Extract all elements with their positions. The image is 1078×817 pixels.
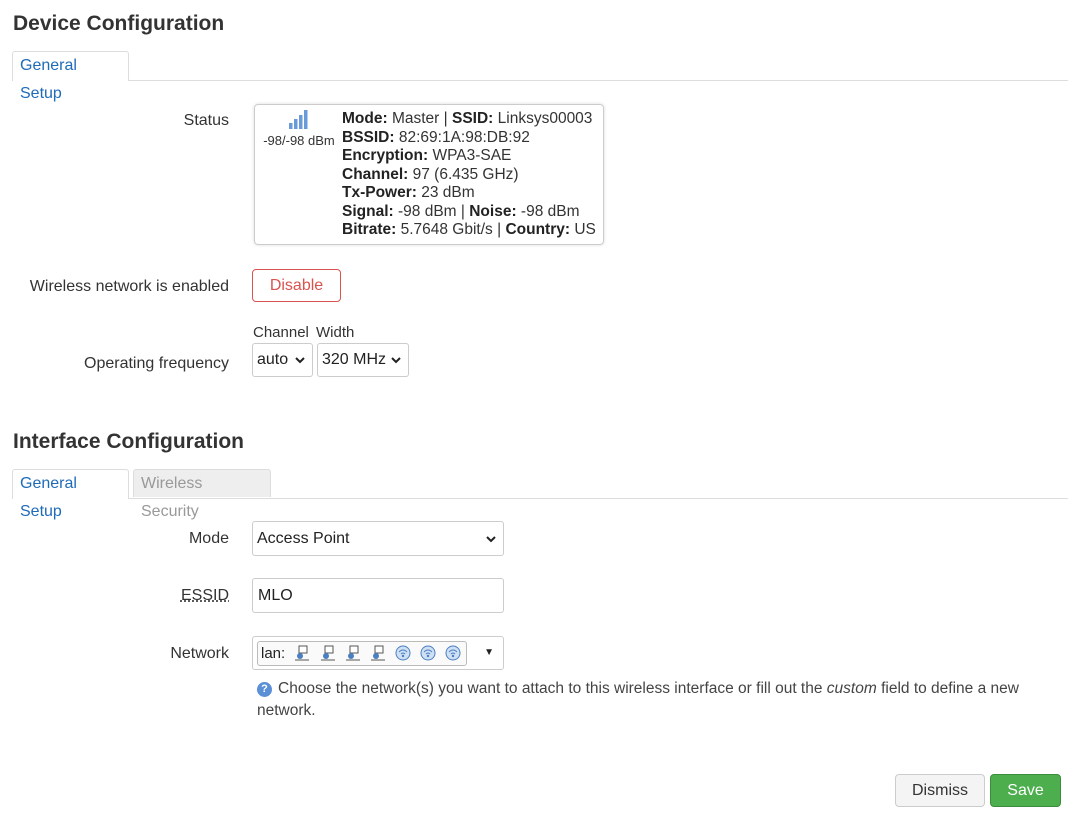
operating-frequency-label: Operating frequency: [84, 355, 229, 372]
mode-key: Mode:: [342, 110, 388, 127]
chevron-down-icon: [390, 344, 402, 388]
signal-indicator: -98/-98 dBm: [260, 109, 338, 148]
bitrate-key: Bitrate:: [342, 221, 397, 238]
status-details: Mode: Master | SSID: Linksys00003 BSSID:…: [342, 110, 596, 240]
tab-general-setup[interactable]: General Setup: [12, 51, 129, 102]
separator: |: [443, 110, 448, 127]
width-select[interactable]: 320 MHz: [317, 343, 409, 377]
channel-select-value: auto: [257, 351, 289, 368]
signal-strength-icon: [289, 110, 308, 129]
width-header: Width: [316, 324, 355, 341]
device-config-title: Device Configuration: [13, 12, 225, 35]
tab-general-setup[interactable]: General Setup: [12, 469, 129, 520]
txpower-value: 23 dBm: [421, 184, 475, 201]
wireless-enabled-label: Wireless network is enabled: [29, 278, 229, 295]
signal-key: Signal:: [342, 202, 394, 220]
network-select[interactable]: lan: ▼: [252, 636, 504, 670]
country-value: US: [574, 221, 596, 238]
ethernet-port-icon: [345, 645, 360, 661]
noise-key: Noise:: [469, 202, 517, 220]
save-button[interactable]: Save: [990, 774, 1061, 807]
chevron-down-icon: [485, 522, 497, 567]
txpower-key: Tx-Power:: [342, 184, 417, 201]
help-text-emphasis: custom: [826, 680, 877, 697]
channel-value: 97 (6.435 GHz): [412, 165, 519, 183]
dismiss-button[interactable]: Dismiss: [895, 774, 985, 807]
network-label: Network: [170, 645, 229, 662]
signal-text: -98/-98 dBm: [263, 133, 335, 148]
device-config-tabbar: General Setup: [12, 51, 1068, 102]
help-icon: ?: [257, 682, 272, 697]
interface-config-title: Interface Configuration: [13, 430, 245, 453]
wifi-icon: [445, 645, 461, 661]
wifi-icon: [395, 645, 411, 661]
bssid-value: 82:69:1A:98:DB:92: [398, 128, 530, 146]
status-box: -98/-98 dBm Mode: Master | SSID: Linksys…: [254, 104, 604, 245]
help-text-part1: Choose the network(s) you want to attach…: [278, 680, 827, 697]
network-tag: lan:: [257, 641, 467, 666]
ethernet-port-icon: [370, 645, 385, 661]
chevron-down-icon: [294, 344, 306, 388]
bitrate-value: 5.7648 Gbit/s: [400, 221, 493, 238]
signal-value: -98 dBm: [397, 202, 457, 220]
country-key: Country:: [505, 221, 571, 238]
ssid-key: SSID:: [451, 110, 494, 127]
interface-config-tabbar: General Setup Wireless Security: [12, 469, 1068, 520]
caret-down-icon: ▼: [484, 647, 494, 658]
channel-key: Channel:: [342, 165, 409, 183]
essid-label: ESSID: [180, 587, 229, 604]
noise-value: -98 dBm: [520, 202, 580, 220]
channel-select[interactable]: auto: [252, 343, 313, 377]
mode-select-value: Access Point: [257, 530, 350, 547]
network-tag-label: lan:: [261, 645, 286, 662]
status-label: Status: [183, 112, 229, 129]
encryption-key: Encryption:: [342, 147, 429, 164]
separator: |: [460, 202, 465, 220]
ssid-value: Linksys00003: [497, 110, 593, 127]
network-help-text: ? Choose the network(s) you want to attac…: [257, 678, 1047, 722]
channel-header: Channel: [253, 324, 309, 341]
mode-value: Master: [391, 110, 440, 127]
ethernet-port-icon: [320, 645, 335, 661]
ethernet-port-icon: [295, 645, 310, 661]
separator: |: [497, 221, 502, 238]
encryption-value: WPA3-SAE: [432, 147, 512, 164]
essid-input[interactable]: MLO: [252, 578, 504, 613]
disable-button[interactable]: Disable: [252, 269, 341, 302]
mode-select[interactable]: Access Point: [252, 521, 504, 556]
wifi-icon: [420, 645, 436, 661]
tab-wireless-security[interactable]: Wireless Security: [133, 469, 271, 520]
bssid-key: BSSID:: [342, 128, 395, 146]
width-select-value: 320 MHz: [322, 351, 387, 368]
mode-label: Mode: [188, 530, 229, 547]
